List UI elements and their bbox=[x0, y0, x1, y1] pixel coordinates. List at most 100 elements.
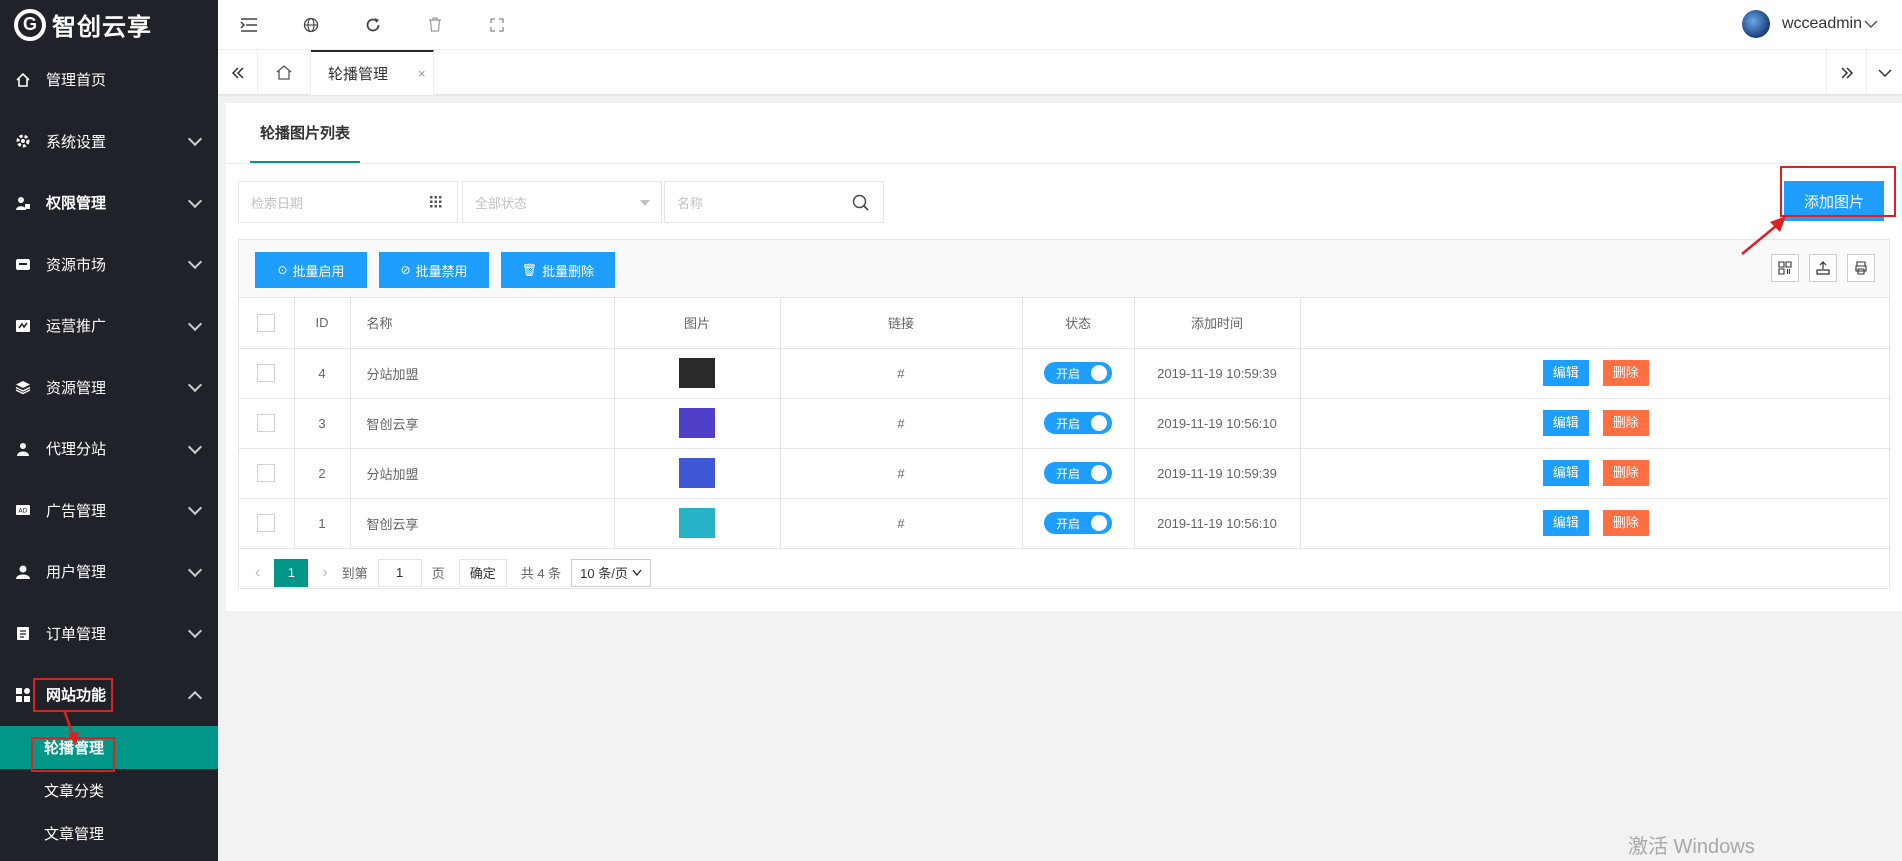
data-table: ⊙ 批量启用 ⊘ 批量禁用 🗑 批量删除 ID 名称 图片 链接 状态 添加时间 4分… bbox=[238, 239, 1891, 589]
columns-filter-icon[interactable] bbox=[1771, 254, 1799, 282]
export-icon[interactable] bbox=[1809, 254, 1837, 282]
edit-button[interactable]: 编辑 bbox=[1542, 360, 1589, 386]
trash-icon[interactable] bbox=[404, 0, 466, 49]
print-icon[interactable] bbox=[1847, 254, 1875, 282]
divider bbox=[226, 163, 1902, 164]
cell-time: 2019-11-19 10:59:39 bbox=[1134, 448, 1301, 499]
tab-carousel[interactable]: 轮播管理 × bbox=[311, 50, 434, 95]
tabs-scroll-left-button[interactable] bbox=[218, 50, 258, 95]
card-title[interactable]: 轮播图片列表 bbox=[250, 103, 360, 163]
close-icon[interactable]: × bbox=[418, 66, 426, 81]
annotation-box bbox=[1780, 166, 1896, 217]
batch-delete-button[interactable]: 🗑 批量删除 bbox=[501, 252, 615, 288]
ad-icon: AD bbox=[14, 501, 32, 519]
sidebar-item-orders[interactable]: 订单管理 bbox=[0, 603, 218, 665]
cell-id: 3 bbox=[294, 398, 351, 449]
tabs-dropdown-button[interactable] bbox=[1866, 50, 1902, 95]
tabs-scroll-right-button[interactable] bbox=[1826, 50, 1866, 95]
play-circle-icon: ⊙ bbox=[277, 263, 288, 277]
toggle-label: 开启 bbox=[1056, 416, 1081, 431]
page-size-select[interactable]: 10 条/页 bbox=[571, 558, 651, 587]
sidebar-subitem-article-category[interactable]: 文章分类 bbox=[0, 769, 218, 812]
status-toggle[interactable]: 开启 bbox=[1044, 462, 1112, 484]
search-icon[interactable] bbox=[852, 194, 869, 211]
row-checkbox[interactable] bbox=[257, 364, 276, 382]
sidebar-item-label: 订单管理 bbox=[46, 625, 107, 643]
menu-toggle-icon[interactable] bbox=[218, 0, 280, 49]
row-select-cell bbox=[239, 498, 295, 549]
sidebar-item-market[interactable]: 资源市场 bbox=[0, 234, 218, 296]
thumbnail-image[interactable] bbox=[679, 458, 715, 488]
page-unit: 页 bbox=[431, 566, 445, 581]
fullscreen-icon[interactable] bbox=[466, 0, 528, 49]
delete-button[interactable]: 删除 bbox=[1602, 360, 1649, 386]
sidebar-item-promotion[interactable]: 运营推广 bbox=[0, 295, 218, 357]
status-toggle[interactable]: 开启 bbox=[1044, 412, 1112, 434]
logo[interactable]: G 智创云享 bbox=[0, 0, 218, 49]
delete-button[interactable]: 删除 bbox=[1602, 410, 1649, 436]
column-header[interactable]: 链接 bbox=[780, 298, 1023, 349]
page-current[interactable]: 1 bbox=[274, 558, 309, 587]
column-header[interactable]: ID bbox=[294, 298, 351, 349]
delete-button[interactable]: 删除 bbox=[1602, 460, 1649, 486]
calendar-icon bbox=[430, 196, 442, 208]
column-header[interactable]: 状态 bbox=[1022, 298, 1135, 349]
thumbnail-image[interactable] bbox=[679, 358, 715, 388]
status-toggle[interactable]: 开启 bbox=[1044, 512, 1112, 534]
tab-bar: 轮播管理 × bbox=[218, 49, 1902, 95]
cell-status: 开启 bbox=[1022, 498, 1135, 549]
logo-mark: G bbox=[14, 8, 46, 41]
page-input[interactable]: 1 bbox=[377, 558, 422, 587]
status-select[interactable]: 全部状态 bbox=[462, 181, 662, 223]
select-all-checkbox[interactable] bbox=[257, 313, 276, 332]
sidebar-item-resource[interactable]: 资源管理 bbox=[0, 357, 218, 419]
confirm-button[interactable]: 确定 bbox=[458, 558, 507, 587]
date-placeholder: 检索日期 bbox=[251, 195, 304, 211]
status-toggle[interactable]: 开启 bbox=[1044, 362, 1112, 384]
toggle-label: 开启 bbox=[1056, 466, 1081, 481]
sidebar-item-agent[interactable]: 代理分站 bbox=[0, 418, 218, 480]
sidebar-item-ads[interactable]: AD 广告管理 bbox=[0, 480, 218, 542]
table-header-row: ID 名称 图片 链接 状态 添加时间 bbox=[239, 298, 1891, 349]
cell-id: 4 bbox=[294, 348, 351, 399]
sidebar-item-home[interactable]: 管理首页 bbox=[0, 49, 218, 111]
thumbnail-image[interactable] bbox=[679, 508, 715, 538]
cell-status: 开启 bbox=[1022, 348, 1135, 399]
chevron-down-icon bbox=[187, 378, 203, 393]
home-tab[interactable] bbox=[258, 50, 311, 95]
toggle-knob bbox=[1091, 465, 1107, 481]
cell-link: # bbox=[780, 498, 1023, 549]
sidebar-item-users[interactable]: 用户管理 bbox=[0, 541, 218, 603]
sidebar-item-label: 广告管理 bbox=[46, 502, 107, 520]
column-header[interactable]: 图片 bbox=[614, 298, 781, 349]
column-header[interactable]: 添加时间 bbox=[1134, 298, 1301, 349]
column-header[interactable]: 名称 bbox=[350, 298, 615, 349]
sidebar-item-system[interactable]: 系统设置 bbox=[0, 111, 218, 173]
sidebar: G 智创云享 管理首页 系统设置 权限管理 资源市场 运营推广 资源管理 代理分… bbox=[0, 0, 218, 861]
cell-time: 2019-11-19 10:59:39 bbox=[1134, 348, 1301, 399]
batch-enable-button[interactable]: ⊙ 批量启用 bbox=[255, 252, 367, 288]
row-checkbox[interactable] bbox=[257, 464, 276, 482]
cell-time: 2019-11-19 10:56:10 bbox=[1134, 498, 1301, 549]
batch-disable-button[interactable]: ⊘ 批量禁用 bbox=[379, 252, 489, 288]
edit-button[interactable]: 编辑 bbox=[1542, 510, 1589, 536]
cell-time: 2019-11-19 10:56:10 bbox=[1134, 398, 1301, 449]
edit-button[interactable]: 编辑 bbox=[1542, 460, 1589, 486]
delete-button[interactable]: 删除 bbox=[1602, 510, 1649, 536]
prev-page-icon[interactable]: ‹ bbox=[255, 564, 260, 582]
user-menu[interactable]: wcceadmin bbox=[1741, 10, 1878, 38]
status-placeholder: 全部状态 bbox=[475, 195, 528, 211]
row-checkbox[interactable] bbox=[257, 514, 276, 532]
sidebar-subitem-article[interactable]: 文章管理 bbox=[0, 812, 218, 855]
table-toolbar: ⊙ 批量启用 ⊘ 批量禁用 🗑 批量删除 bbox=[239, 240, 1889, 298]
edit-button[interactable]: 编辑 bbox=[1542, 410, 1589, 436]
row-checkbox[interactable] bbox=[257, 414, 276, 432]
next-page-icon[interactable]: › bbox=[322, 564, 327, 582]
refresh-icon[interactable] bbox=[342, 0, 404, 49]
thumbnail-image[interactable] bbox=[679, 408, 715, 438]
chevron-down-icon bbox=[187, 132, 203, 147]
date-search-field[interactable]: 检索日期 bbox=[238, 181, 458, 223]
globe-icon[interactable] bbox=[280, 0, 342, 49]
sidebar-item-permission[interactable]: 权限管理 bbox=[0, 172, 218, 234]
name-search-input[interactable]: 名称 bbox=[664, 181, 884, 223]
